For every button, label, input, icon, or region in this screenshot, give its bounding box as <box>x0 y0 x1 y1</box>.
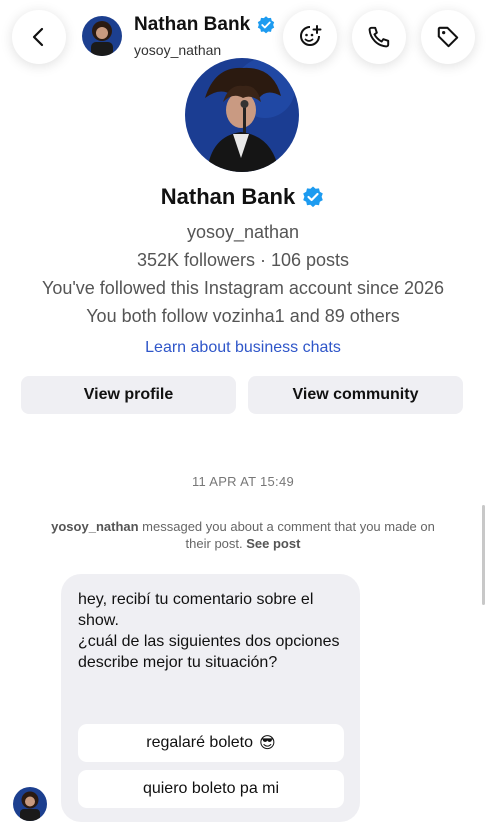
verified-badge-icon <box>301 185 325 209</box>
view-profile-button[interactable]: View profile <box>21 376 236 414</box>
header-avatar[interactable] <box>82 16 122 56</box>
profile-avatar[interactable] <box>185 58 299 172</box>
phone-icon <box>368 26 390 48</box>
effects-button[interactable] <box>283 10 337 64</box>
learn-business-chats-link[interactable]: Learn about business chats <box>0 339 486 357</box>
message-bubble: hey, recibí tu comentario sobre el show.… <box>61 574 360 822</box>
profile-stats: 352K followers · 106 posts <box>136 250 350 270</box>
call-button[interactable] <box>352 10 406 64</box>
option-label: quiero boleto pa mi <box>142 780 280 797</box>
message-line: hey, recibí tu comentario sobre el show. <box>78 591 314 629</box>
message-timestamp: 11 APR AT 15:49 <box>191 474 295 489</box>
scrollbar[interactable] <box>482 505 485 605</box>
effects-icon <box>300 25 322 46</box>
header-username[interactable]: yosoy_nathan <box>134 42 221 58</box>
profile-name: Nathan Bank <box>160 184 296 209</box>
message-text: hey, recibí tu comentario sobre el show.… <box>78 589 348 673</box>
chevron-left-icon <box>32 27 44 47</box>
mutual-followers-text: You both follow vozinha1 and 89 others <box>86 306 400 326</box>
profile-title: Nathan Bank <box>0 184 486 210</box>
header-name: Nathan Bank <box>134 14 251 35</box>
back-button[interactable] <box>12 10 66 64</box>
view-community-button[interactable]: View community <box>248 376 463 414</box>
tag-button[interactable] <box>421 10 475 64</box>
comment-notice: yosoy_nathan messaged you about a commen… <box>40 518 446 552</box>
header-title[interactable]: Nathan Bank <box>134 14 276 36</box>
option-label: regalaré boleto <box>146 734 254 751</box>
option-button-give-ticket[interactable]: regalaré boleto 😎 <box>78 724 344 762</box>
verified-badge-icon <box>256 15 276 35</box>
sender-avatar[interactable] <box>13 787 47 821</box>
see-post-link[interactable]: See post <box>246 536 300 551</box>
notice-username: yosoy_nathan <box>51 519 139 534</box>
sunglasses-emoji-icon: 😎 <box>259 735 276 752</box>
message-line: ¿cuál de las siguientes dos opciones des… <box>78 633 340 671</box>
followed-since-text: You've followed this Instagram account s… <box>41 278 445 298</box>
profile-username: yosoy_nathan <box>186 222 300 242</box>
option-button-want-ticket[interactable]: quiero boleto pa mi <box>78 770 344 808</box>
tag-icon <box>437 26 459 48</box>
